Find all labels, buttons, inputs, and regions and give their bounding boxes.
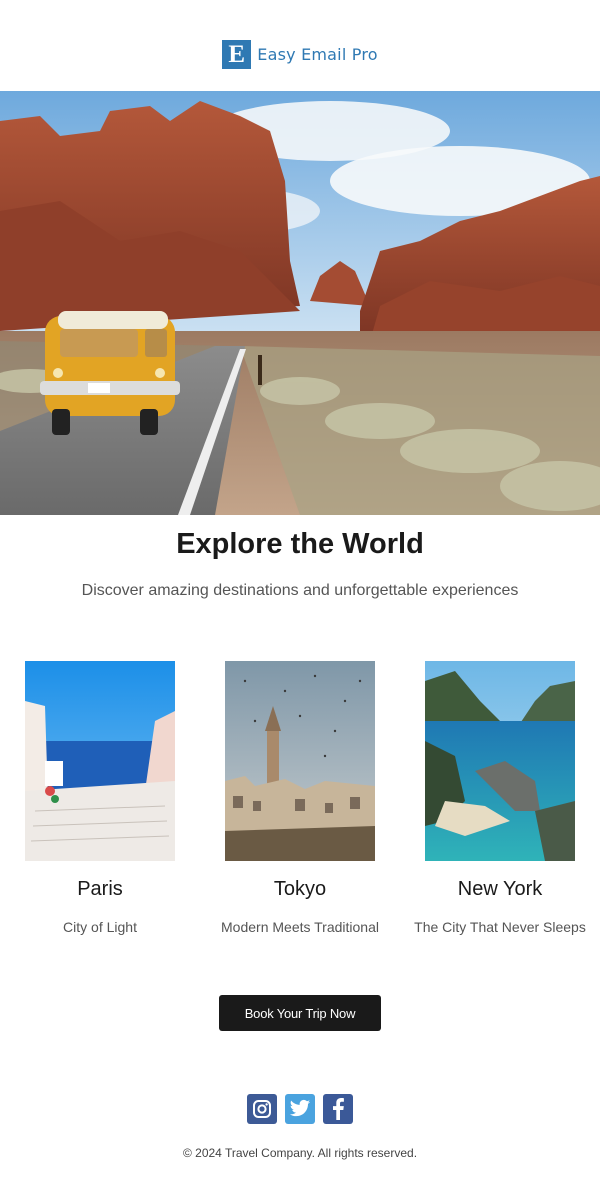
brand-name: Easy Email Pro: [257, 45, 378, 64]
destination-tagline: The City That Never Sleeps: [414, 919, 586, 935]
destination-city: New York: [457, 878, 543, 900]
destination-city: Tokyo: [273, 878, 327, 900]
destination-photo[interactable]: [225, 661, 375, 861]
destination-photo[interactable]: [425, 661, 575, 861]
logo-mark-icon: E: [222, 40, 252, 69]
brand-logo[interactable]: E Easy Email Pro: [222, 40, 378, 69]
book-trip-button[interactable]: Book Your Trip Now: [219, 995, 381, 1031]
destination-tagline: Modern Meets Traditional: [221, 919, 379, 935]
sub-headline: Discover amazing destinations and unforg…: [81, 582, 519, 599]
email-header: E Easy Email Pro: [0, 0, 600, 91]
facebook-icon[interactable]: [323, 1094, 353, 1124]
footer-copyright: © 2024 Travel Company. All rights reserv…: [182, 1146, 418, 1160]
hero-image: [0, 91, 600, 515]
destination-photo[interactable]: [25, 661, 175, 861]
destination-city: Paris: [77, 878, 123, 900]
instagram-icon[interactable]: [247, 1094, 277, 1124]
social-links: [0, 1094, 600, 1124]
destination-tagline: City of Light: [63, 919, 137, 935]
main-headline: Explore the World: [176, 528, 424, 560]
twitter-icon[interactable]: [285, 1094, 315, 1124]
